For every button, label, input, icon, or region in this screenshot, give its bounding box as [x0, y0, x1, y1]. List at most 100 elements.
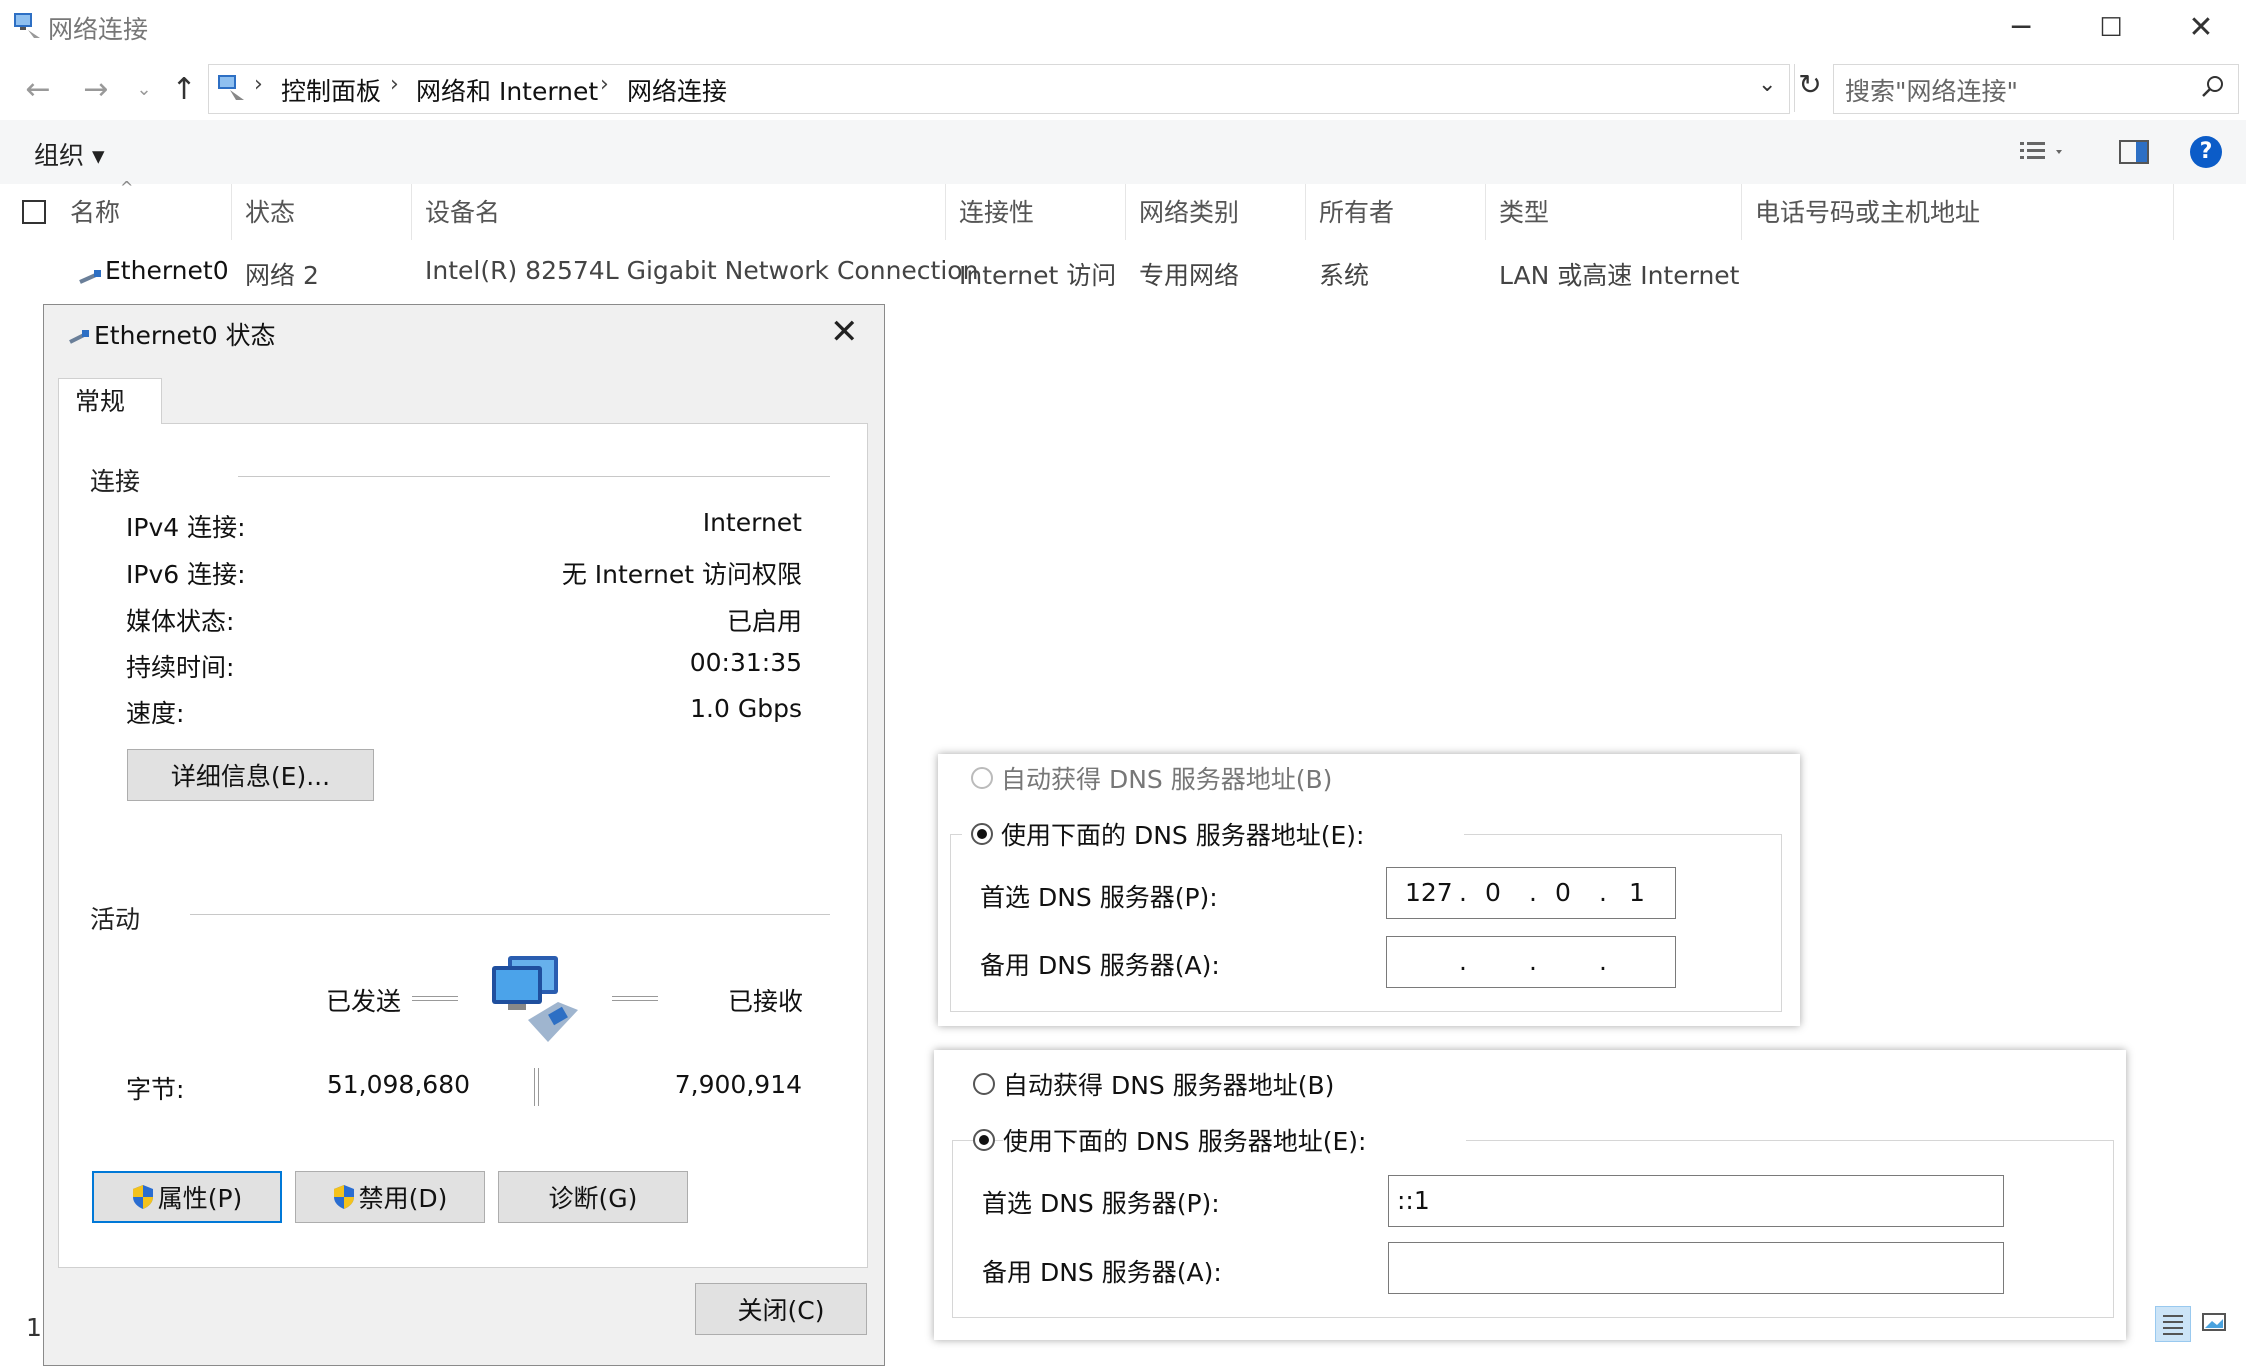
details-button[interactable]: 详细信息(E)... [127, 749, 374, 801]
ipv4-manual-dns-radio[interactable] [971, 823, 993, 845]
connection-device: Intel(R) 82574L Gigabit Network Connecti… [425, 256, 979, 285]
column-header-phone-host[interactable]: 电话号码或主机地址 [1755, 193, 1980, 229]
ipv4-auto-dns-radio[interactable] [971, 767, 993, 789]
column-divider[interactable] [1485, 184, 1486, 240]
general-tab-panel [58, 423, 868, 1268]
column-divider[interactable] [2173, 184, 2174, 240]
refresh-icon[interactable]: ↻ [1792, 68, 1828, 101]
sent-activity-line [412, 996, 458, 1001]
search-placeholder: 搜索"网络连接" [1845, 77, 2018, 106]
bytes-label: 字节: [126, 1075, 185, 1104]
column-header-device[interactable]: 设备名 [425, 193, 500, 229]
connection-status: 网络 2 [245, 261, 319, 290]
ipv6-auto-dns-radio[interactable] [973, 1073, 995, 1095]
column-divider[interactable] [231, 184, 232, 240]
large-icons-view-icon[interactable] [2198, 1306, 2234, 1342]
ipv4-value: Internet [702, 508, 802, 537]
bytes-sent-value: 51,098,680 [326, 1070, 470, 1099]
ipv4-auto-dns-label: 自动获得 DNS 服务器地址(B) [1001, 765, 1333, 794]
ipv4-alternate-dns-input[interactable]: . . . [1386, 936, 1676, 988]
disable-button[interactable]: 禁用(D) [295, 1171, 485, 1223]
ethernet-cable-icon [69, 330, 89, 344]
tab-general[interactable]: 常规 [58, 378, 162, 424]
back-arrow-icon[interactable]: ← [18, 70, 58, 110]
ipv4-label: IPv4 连接: [126, 513, 246, 542]
column-divider[interactable] [1125, 184, 1126, 240]
bytes-received-value: 7,900,914 [674, 1070, 802, 1099]
preview-pane-icon[interactable] [2118, 138, 2150, 166]
disable-button-label: 禁用(D) [358, 1184, 448, 1213]
column-divider[interactable] [1741, 184, 1742, 240]
breadcrumb-network-connections[interactable]: 网络连接 [627, 72, 727, 108]
connection-category: 专用网络 [1139, 261, 1240, 290]
ipv6-alternate-dns-input[interactable] [1388, 1242, 2004, 1294]
ipv4-preferred-dns-label: 首选 DNS 服务器(P): [980, 883, 1218, 912]
breadcrumb-chevron-icon: › [390, 72, 399, 97]
dialog-title: Ethernet0 状态 [94, 321, 276, 350]
connection-section-title: 连接 [90, 467, 141, 496]
column-header-category[interactable]: 网络类别 [1139, 193, 1239, 229]
column-divider[interactable] [411, 184, 412, 240]
breadcrumb-control-panel[interactable]: 控制面板 [281, 72, 381, 108]
ipv6-manual-dns-label: 使用下面的 DNS 服务器地址(E): [1003, 1122, 1467, 1158]
column-header-name[interactable]: 名称 [70, 193, 120, 229]
section-divider [238, 476, 830, 477]
ipv4-alternate-dns-label: 备用 DNS 服务器(A): [980, 951, 1220, 980]
forward-arrow-icon[interactable]: → [76, 70, 116, 110]
speed-label: 速度: [126, 699, 185, 728]
column-header-connectivity[interactable]: 连接性 [959, 193, 1034, 229]
diagnose-button[interactable]: 诊断(G) [498, 1171, 688, 1223]
column-header-type[interactable]: 类型 [1499, 193, 1549, 229]
bytes-divider [534, 1068, 539, 1106]
network-computers-icon [492, 956, 578, 1042]
close-window-button[interactable]: ✕ [2155, 0, 2246, 55]
ip-octet: 127 [1405, 878, 1453, 907]
speed-value: 1.0 Gbps [690, 694, 802, 723]
ipv6-manual-dns-radio[interactable] [973, 1129, 995, 1151]
address-dropdown-icon[interactable]: ⌄ [1758, 72, 1776, 97]
column-divider[interactable] [1305, 184, 1306, 240]
maximize-button[interactable]: ☐ [2065, 0, 2157, 55]
uac-shield-icon [333, 1185, 354, 1209]
change-view-icon[interactable] [2018, 138, 2066, 166]
window-title: 网络连接 [48, 15, 149, 44]
minimize-button[interactable]: ─ [1975, 0, 2067, 55]
help-icon[interactable]: ? [2190, 136, 2222, 168]
recent-locations-chevron-icon[interactable]: ⌄ [124, 70, 164, 110]
ip-dot: . [1529, 878, 1537, 907]
ip-dot: . [1459, 878, 1467, 907]
ipv6-alternate-dns-label: 备用 DNS 服务器(A): [982, 1258, 1222, 1287]
activity-section-title: 活动 [90, 905, 141, 934]
media-state-value: 已启用 [726, 607, 802, 636]
media-state-label: 媒体状态: [126, 607, 235, 636]
breadcrumb-network-internet[interactable]: 网络和 Internet [416, 72, 598, 108]
ethernet-cable-icon [79, 270, 101, 284]
ip-dot: . [1599, 878, 1607, 907]
column-divider[interactable] [945, 184, 946, 240]
details-view-icon[interactable] [2155, 1306, 2191, 1342]
ipv4-preferred-dns-input[interactable]: 127 . 0 . 0 . 1 [1386, 867, 1676, 919]
column-header-owner[interactable]: 所有者 [1319, 193, 1394, 229]
ip-octet: 0 [1485, 878, 1501, 907]
organize-menu-button[interactable]: 组织 ▾ [34, 136, 105, 172]
command-bar [0, 120, 2246, 184]
up-arrow-icon[interactable]: ↑ [164, 70, 204, 110]
ip-dot: . [1459, 947, 1467, 976]
received-label: 已接收 [728, 987, 804, 1016]
search-icon[interactable] [2200, 74, 2226, 100]
connection-connectivity: Internet 访问 [959, 261, 1117, 290]
properties-button[interactable]: 属性(P) [92, 1171, 282, 1223]
ipv6-preferred-dns-input[interactable]: ::1 [1388, 1175, 2004, 1227]
connection-name[interactable]: Ethernet0 [105, 256, 229, 285]
dialog-close-icon[interactable]: ✕ [830, 312, 859, 352]
breadcrumb-chevron-icon: › [600, 72, 609, 97]
ipv6-auto-dns-label: 自动获得 DNS 服务器地址(B) [1003, 1071, 1335, 1100]
duration-label: 持续时间: [126, 653, 235, 682]
ip-octet: 1 [1629, 878, 1645, 907]
sort-ascending-icon: ^ [120, 178, 134, 197]
column-header-status[interactable]: 状态 [245, 193, 295, 229]
close-dialog-button[interactable]: 关闭(C) [695, 1283, 867, 1335]
duration-value: 00:31:35 [689, 648, 802, 677]
select-all-checkbox[interactable] [22, 200, 46, 224]
ip-dot: . [1529, 947, 1537, 976]
